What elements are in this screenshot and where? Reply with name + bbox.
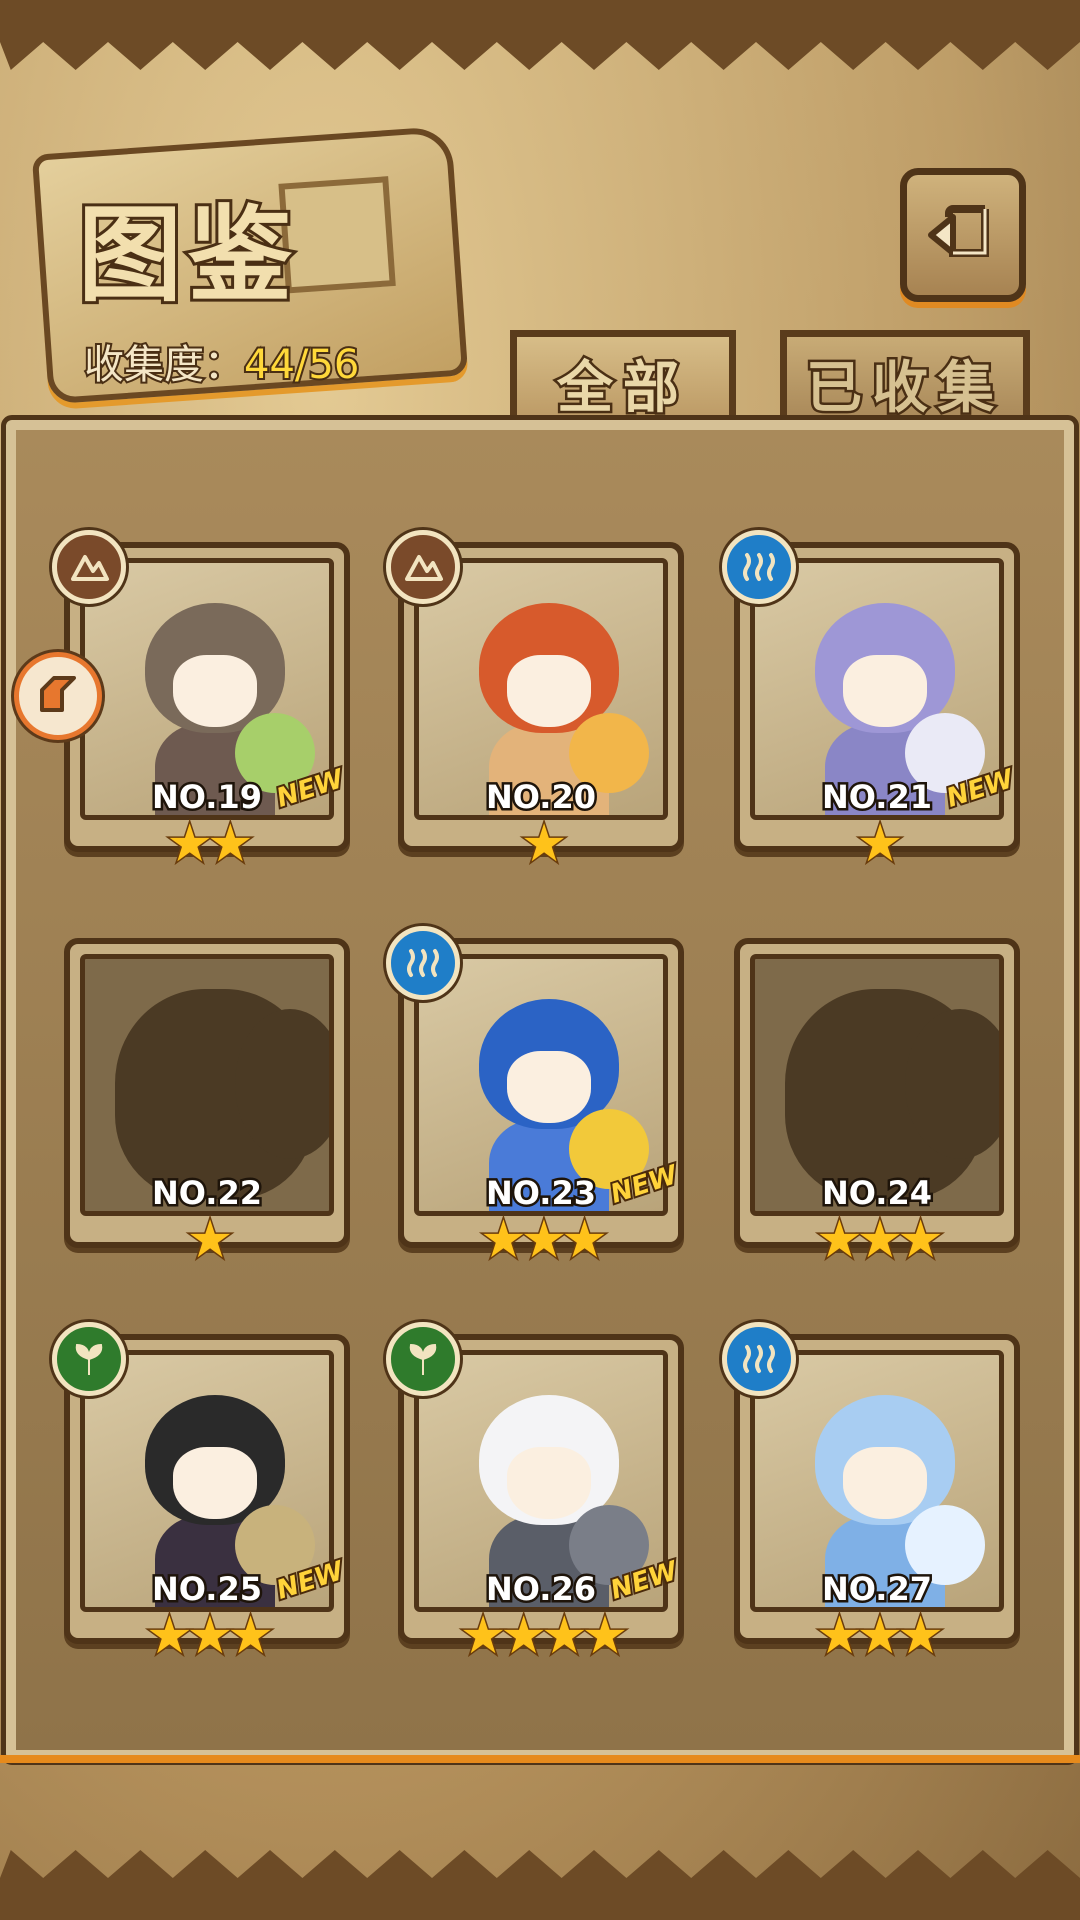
water-wave-icon <box>743 1345 775 1373</box>
element-badge-water <box>722 1322 796 1396</box>
water-wave-icon <box>743 553 775 581</box>
creature-card[interactable]: NO.25 ★★★ NEW <box>52 1322 350 1668</box>
star-rating: ★★ <box>165 813 255 876</box>
creature-card[interactable]: NO.23 ★★★ NEW <box>386 926 684 1272</box>
mountain-icon <box>71 555 109 581</box>
star-rating: ★★★★ <box>458 1605 629 1668</box>
silhouette-shape <box>235 1009 329 1159</box>
silhouette-shape <box>905 1009 999 1159</box>
creature-card[interactable]: NO.20 ★ <box>386 530 684 876</box>
tab-all[interactable]: 全部 <box>510 330 736 430</box>
portrait-face <box>507 655 591 727</box>
card-number: NO.27 <box>820 1568 935 1611</box>
leaf-icon <box>75 1343 103 1375</box>
element-badge-nature <box>386 1322 460 1396</box>
water-wave-icon <box>407 949 439 977</box>
creature-card[interactable]: NO.27 ★★★ <box>722 1322 1020 1668</box>
tab-collected[interactable]: 已收集 <box>780 330 1030 430</box>
collection-count: 44/56 <box>242 340 361 390</box>
star-rating: ★★★ <box>815 1209 946 1272</box>
side-marker-badge[interactable] <box>14 652 102 740</box>
collection-progress: 收集度：44/56 <box>82 332 361 390</box>
portrait-face <box>173 1447 257 1519</box>
element-badge-water <box>722 530 796 604</box>
creature-card[interactable]: NO.22 ★ <box>64 938 350 1272</box>
arrow-marker-icon <box>40 676 76 712</box>
leaf-icon <box>409 1343 437 1375</box>
star-rating: ★★★ <box>815 1605 946 1668</box>
star-rating: ★ <box>519 813 569 876</box>
card-number: NO.22 <box>150 1172 265 1215</box>
star-rating: ★★★ <box>145 1605 276 1668</box>
portrait-face <box>173 655 257 727</box>
creature-card[interactable]: NO.21 ★ NEW <box>722 530 1020 876</box>
portrait-face <box>507 1051 591 1123</box>
page-title: 图鉴 <box>75 191 299 319</box>
creature-card[interactable]: NO.26 ★★★★ NEW <box>386 1322 684 1668</box>
portrait-face <box>843 655 927 727</box>
creature-card[interactable]: NO.24 ★★★ <box>734 938 1020 1272</box>
element-badge-earth <box>52 530 126 604</box>
star-rating: ★★★ <box>479 1209 610 1272</box>
panel-bottom-trim <box>0 1755 1080 1763</box>
return-arrow-icon <box>928 205 989 257</box>
card-number: NO.20 <box>484 776 599 819</box>
element-badge-water <box>386 926 460 1000</box>
back-button[interactable] <box>900 168 1026 302</box>
portrait-face <box>843 1447 927 1519</box>
element-badge-nature <box>52 1322 126 1396</box>
star-rating: ★ <box>185 1209 235 1272</box>
star-rating: ★ <box>855 813 905 876</box>
element-badge-earth <box>386 530 460 604</box>
collection-label: 收集度： <box>82 340 246 390</box>
mountain-icon <box>405 555 443 581</box>
portrait-face <box>507 1447 591 1519</box>
card-number: NO.24 <box>820 1172 935 1215</box>
creature-card[interactable]: NO.19 ★★ NEW <box>52 530 350 876</box>
